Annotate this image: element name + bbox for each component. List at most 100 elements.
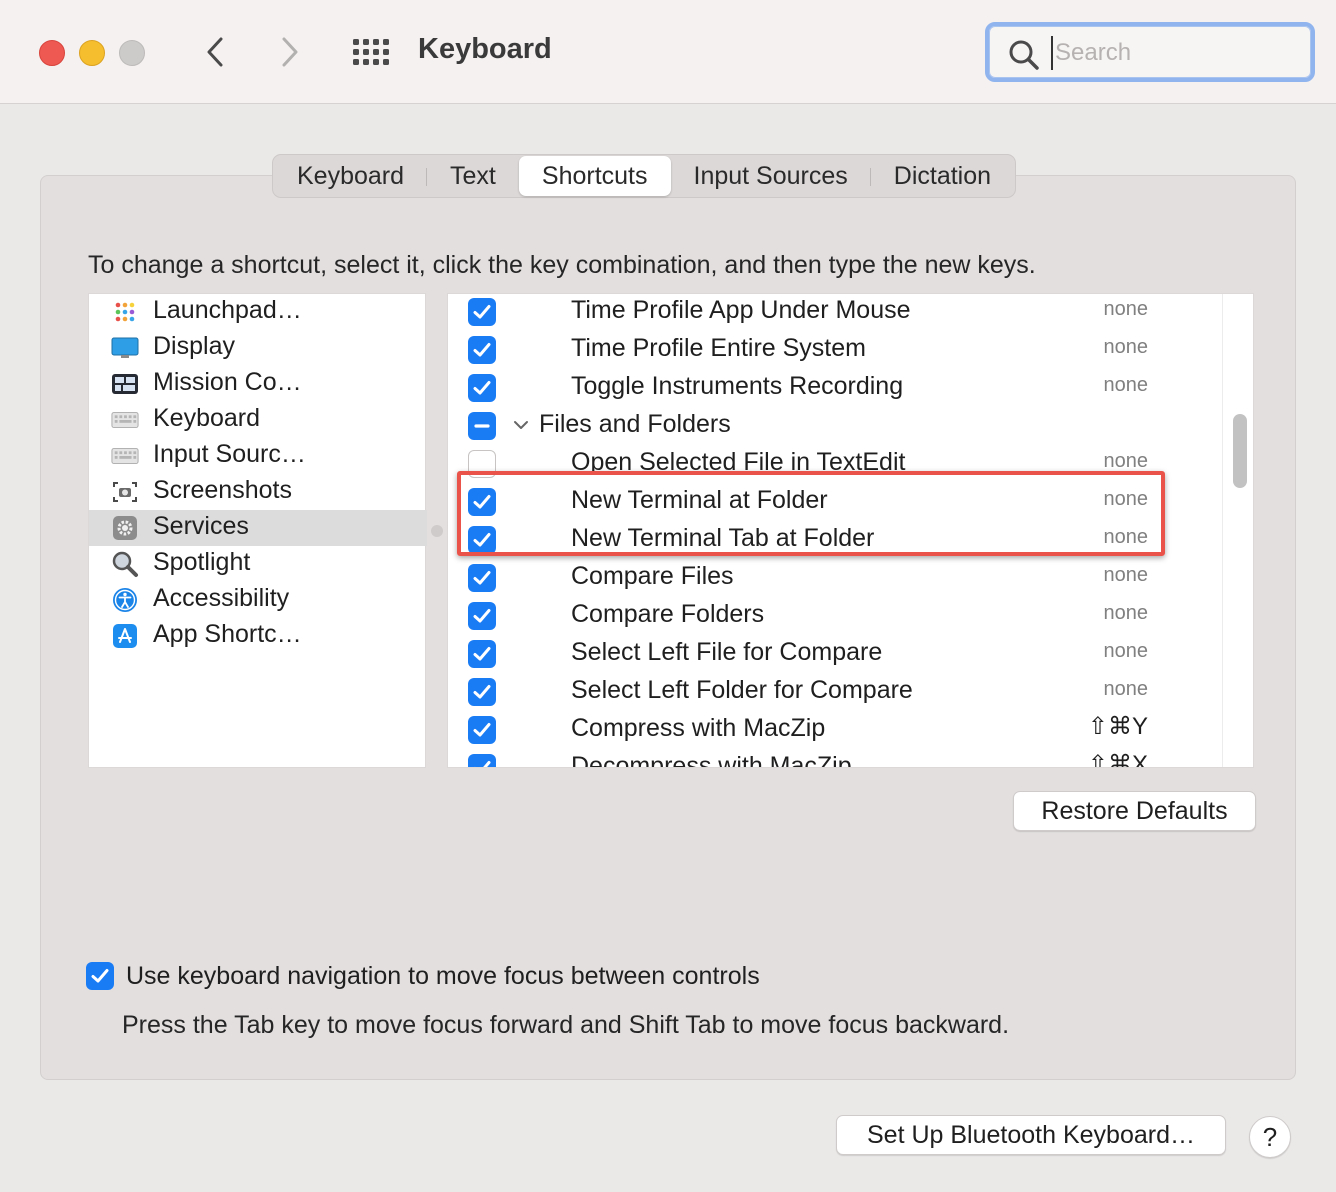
title-bar: Keyboard — [0, 0, 1336, 104]
shortcut-label: Compare Folders — [571, 600, 765, 628]
shortcut-group-row[interactable]: Files and Folders — [448, 408, 1228, 446]
instruction-text: To change a shortcut, select it, click t… — [88, 251, 1036, 279]
tab-shortcuts[interactable]: Shortcuts — [518, 156, 671, 196]
shortcut-checkbox[interactable] — [468, 336, 496, 364]
shortcut-checkbox[interactable] — [468, 716, 496, 744]
shortcut-keys[interactable]: none — [1104, 640, 1149, 663]
checkmark-icon — [473, 571, 491, 585]
tab-text[interactable]: Text — [427, 156, 519, 196]
zoom-window-button[interactable] — [119, 40, 145, 66]
shortcut-label: Compress with MacZip — [571, 714, 826, 742]
show-all-button[interactable] — [350, 36, 390, 68]
category-item[interactable]: Input Sourc… — [89, 438, 427, 474]
category-item[interactable]: Accessibility — [89, 582, 427, 618]
shortcut-label: Time Profile Entire System — [571, 334, 866, 362]
category-item[interactable]: App Shortc… — [89, 618, 427, 654]
annotation-highlight-box — [457, 471, 1165, 556]
shortcut-row[interactable]: Time Profile Entire System none — [448, 332, 1228, 370]
shortcut-checkbox[interactable] — [468, 298, 496, 326]
mission-control-icon — [111, 371, 139, 397]
shortcut-keys[interactable]: none — [1104, 602, 1149, 625]
shortcut-keys[interactable]: none — [1104, 336, 1149, 359]
minus-icon — [474, 424, 490, 428]
search-field[interactable] — [985, 22, 1315, 82]
category-label: Input Sourc… — [153, 440, 306, 468]
shortcut-row[interactable]: Select Left Folder for Compare none — [448, 674, 1228, 712]
split-view-handle[interactable] — [431, 525, 443, 537]
shortcut-checkbox[interactable] — [468, 640, 496, 668]
category-label: Display — [153, 332, 235, 360]
tab-dictation[interactable]: Dictation — [871, 156, 1014, 196]
app-store-icon — [111, 623, 139, 649]
shortcut-row[interactable]: Time Profile App Under Mouse none — [448, 294, 1228, 332]
shortcut-keys[interactable]: none — [1104, 298, 1149, 321]
shortcut-keys[interactable]: none — [1104, 450, 1149, 473]
checkmark-icon — [91, 969, 109, 983]
screenshot-icon — [111, 479, 139, 505]
search-icon — [1009, 40, 1039, 70]
checkmark-icon — [473, 305, 491, 319]
help-button[interactable]: ? — [1249, 1116, 1291, 1158]
shortcut-label: Time Profile App Under Mouse — [571, 296, 911, 324]
chevron-down-icon[interactable] — [512, 416, 530, 434]
shortcut-keys[interactable]: none — [1104, 564, 1149, 587]
shortcut-checkbox[interactable] — [468, 602, 496, 630]
forward-button[interactable] — [275, 32, 305, 72]
shortcut-row[interactable]: Compare Folders none — [448, 598, 1228, 636]
checkmark-icon — [473, 647, 491, 661]
category-label: Keyboard — [153, 404, 261, 432]
category-item[interactable]: Keyboard — [89, 402, 427, 438]
category-list[interactable]: Launchpad… Display Mission Co… Keyboard … — [88, 293, 427, 768]
shortcut-keys[interactable]: none — [1104, 374, 1149, 397]
shortcut-checkbox[interactable] — [468, 754, 496, 767]
shortcut-checkbox[interactable] — [468, 564, 496, 592]
shortcut-checkbox[interactable] — [468, 374, 496, 402]
group-label: Files and Folders — [539, 410, 731, 438]
launchpad-icon — [111, 299, 139, 325]
shortcut-keys[interactable]: none — [1104, 678, 1149, 701]
tab-input-sources[interactable]: Input Sources — [671, 156, 872, 196]
category-item[interactable]: Launchpad… — [89, 294, 427, 330]
search-input[interactable] — [1051, 36, 1301, 70]
group-checkbox[interactable] — [468, 412, 496, 440]
accessibility-icon — [111, 587, 139, 613]
restore-defaults-button[interactable]: Restore Defaults — [1013, 791, 1256, 831]
scrollbar-track[interactable] — [1222, 294, 1252, 767]
category-label: Accessibility — [153, 584, 290, 612]
shortcut-checkbox[interactable] — [468, 678, 496, 706]
category-label: Screenshots — [153, 476, 292, 504]
checkmark-icon — [475, 761, 491, 767]
category-item[interactable]: Spotlight — [89, 546, 427, 582]
tab-keyboard[interactable]: Keyboard — [274, 156, 428, 196]
shortcut-row[interactable]: Decompress with MacZip ⇧⌘X — [448, 750, 1228, 767]
close-window-button[interactable] — [39, 40, 65, 66]
shortcut-keys[interactable]: ⇧⌘Y — [1088, 712, 1148, 741]
shortcut-row[interactable]: Compare Files none — [448, 560, 1228, 598]
minimize-window-button[interactable] — [79, 40, 105, 66]
checkmark-icon — [473, 381, 491, 395]
keyboard-navigation-label[interactable]: Use keyboard navigation to move focus be… — [126, 962, 760, 991]
category-label: Spotlight — [153, 548, 251, 576]
setup-bluetooth-keyboard-button[interactable]: Set Up Bluetooth Keyboard… — [836, 1115, 1226, 1155]
back-button[interactable] — [200, 32, 230, 72]
category-item[interactable]: Display — [89, 330, 427, 366]
category-item[interactable]: Screenshots — [89, 474, 427, 510]
shortcut-row[interactable]: Compress with MacZip ⇧⌘Y — [448, 712, 1228, 750]
grid-icon — [353, 39, 389, 65]
category-label: App Shortc… — [153, 620, 302, 648]
preferences-window: Keyboard Keyboard Text Shortcuts Input S… — [0, 0, 1336, 1192]
input-sources-icon — [111, 443, 139, 469]
category-item[interactable]: Mission Co… — [89, 366, 427, 402]
checkmark-icon — [473, 343, 491, 357]
scrollbar-thumb[interactable] — [1233, 414, 1247, 488]
category-item[interactable]: Services — [89, 510, 427, 546]
magnifier-icon — [111, 551, 139, 577]
shortcut-row[interactable]: Select Left File for Compare none — [448, 636, 1228, 674]
tab-bar: Keyboard Text Shortcuts Input Sources Di… — [272, 154, 1017, 198]
shortcut-keys[interactable]: ⇧⌘X — [1088, 750, 1148, 767]
shortcut-row[interactable]: Toggle Instruments Recording none — [448, 370, 1228, 408]
shortcut-label: Select Left File for Compare — [571, 638, 883, 666]
shortcut-label: Toggle Instruments Recording — [571, 372, 904, 400]
shortcut-label: Compare Files — [571, 562, 734, 590]
keyboard-navigation-checkbox[interactable] — [86, 962, 114, 990]
